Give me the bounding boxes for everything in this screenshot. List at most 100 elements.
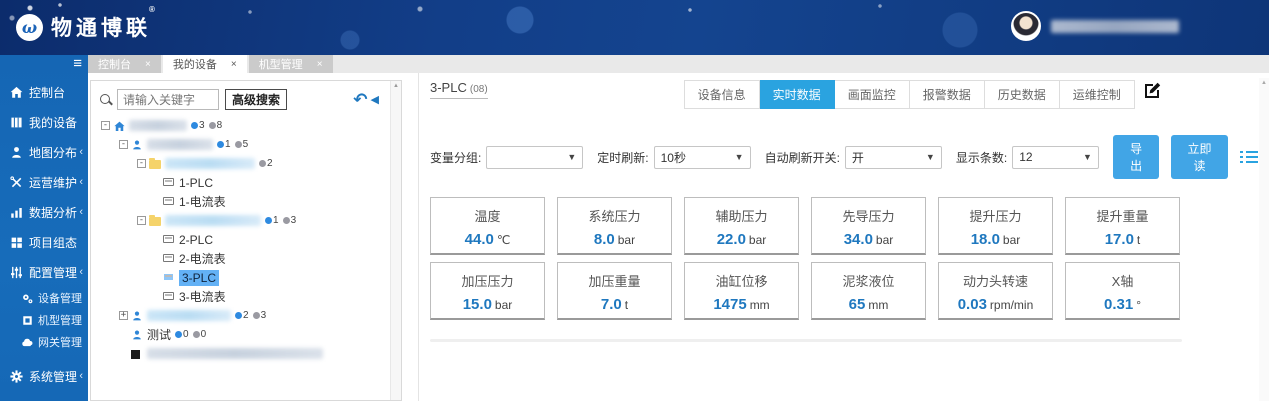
card-label: 先导压力 bbox=[842, 209, 895, 224]
data-card-temperature[interactable]: 温度 44.0 ℃ bbox=[430, 197, 545, 255]
card-value: 15.0 bbox=[462, 296, 492, 313]
device-icon bbox=[163, 291, 176, 303]
tree-node-device[interactable]: 3-电流表 bbox=[101, 287, 397, 306]
data-card-x-axis[interactable]: X轴 0.31 ° bbox=[1065, 262, 1180, 320]
sidebar-item-analytics[interactable]: 数据分析 ‹ bbox=[0, 197, 88, 227]
scroll-up-icon[interactable]: ▲ bbox=[393, 83, 399, 89]
realtime-data-cards: 温度 44.0 ℃ 系统压力 8.0 bar 辅助压力 22.0 bar 先导压力 3… bbox=[430, 197, 1255, 327]
refresh-interval-select[interactable]: 10秒 ▼ bbox=[653, 145, 751, 169]
user-icon bbox=[131, 329, 144, 341]
tab-realtime-data[interactable]: 实时数据 bbox=[759, 80, 835, 109]
collapse-node-icon[interactable]: - bbox=[137, 159, 146, 168]
tree-node-device[interactable]: 1-PLC bbox=[101, 173, 397, 192]
tree-node-label: 测试 bbox=[147, 328, 172, 342]
tree-node-group-collapsed[interactable]: + 2 3 bbox=[101, 306, 397, 325]
expand-node-icon[interactable]: + bbox=[119, 311, 128, 320]
sidebar-item-system[interactable]: 系统管理 ‹ bbox=[0, 361, 88, 391]
user-icon bbox=[131, 139, 144, 151]
data-card-lift-weight[interactable]: 提升重量 17.0 t bbox=[1065, 197, 1180, 255]
tab-my-devices[interactable]: 我的设备 × bbox=[162, 55, 247, 73]
tab-ops-control[interactable]: 运维控制 bbox=[1059, 80, 1135, 109]
list-view-icon[interactable] bbox=[1239, 150, 1258, 165]
tree-node-folder[interactable]: - 1 3 bbox=[101, 211, 397, 230]
device-node-label: 3-PLC bbox=[179, 269, 220, 286]
card-label: 泥浆液位 bbox=[842, 274, 895, 289]
collapse-node-icon[interactable]: - bbox=[137, 216, 146, 225]
card-unit: bar bbox=[875, 233, 894, 247]
hamburger-icon[interactable]: ≡ bbox=[73, 55, 82, 73]
user-name-redacted bbox=[1051, 19, 1179, 33]
tree-node-device[interactable]: 1-电流表 bbox=[101, 192, 397, 211]
collapse-panel-icon[interactable]: ◀ bbox=[371, 93, 379, 106]
sidebar-item-label: 系统管理 bbox=[29, 369, 78, 384]
tree-node-device[interactable]: 2-电流表 bbox=[101, 249, 397, 268]
chevron-left-icon: ‹ bbox=[79, 176, 83, 188]
blue-dot-icon bbox=[235, 312, 242, 319]
display-count-select[interactable]: 12 ▼ bbox=[1012, 145, 1099, 169]
data-card-lift-pressure[interactable]: 提升压力 18.0 bar bbox=[938, 197, 1053, 255]
data-card-cylinder-displacement[interactable]: 油缸位移 1475 mm bbox=[684, 262, 799, 320]
tree-node-root[interactable]: - 3 8 bbox=[101, 116, 397, 135]
online-count-badge: 1 bbox=[265, 215, 279, 226]
data-card-aux-pressure[interactable]: 辅助压力 22.0 bar bbox=[684, 197, 799, 255]
open-tabs-bar: 控制台 × 我的设备 × 机型管理 × bbox=[88, 55, 1269, 73]
tab-alarm-data[interactable]: 报警数据 bbox=[909, 80, 985, 109]
data-card-system-pressure[interactable]: 系统压力 8.0 bar bbox=[557, 197, 672, 255]
user-menu[interactable] bbox=[1011, 11, 1179, 41]
undo-icon[interactable]: ↶ bbox=[353, 91, 367, 108]
chevron-left-icon: ‹ bbox=[79, 206, 83, 218]
home-icon bbox=[113, 120, 126, 132]
tab-device-info[interactable]: 设备信息 bbox=[683, 80, 760, 109]
export-button[interactable]: 导出 bbox=[1112, 135, 1160, 179]
tree-node-group[interactable]: - 1 5 bbox=[101, 135, 397, 154]
tab-console[interactable]: 控制台 × bbox=[88, 55, 161, 73]
card-label: 辅助压力 bbox=[715, 209, 768, 224]
card-value: 65 bbox=[848, 296, 866, 313]
variable-group-select[interactable]: ▼ bbox=[486, 145, 584, 169]
sidebar-item-config[interactable]: 配置管理 ‹ bbox=[0, 257, 88, 287]
data-card-pressurize-weight[interactable]: 加压重量 7.0 t bbox=[557, 262, 672, 320]
tab-screen-monitor[interactable]: 画面监控 bbox=[834, 80, 910, 109]
data-card-powerhead-speed[interactable]: 动力头转速 0.03 rpm/min bbox=[938, 262, 1053, 320]
sidebar-item-project[interactable]: 项目组态 bbox=[0, 227, 88, 257]
close-icon[interactable]: × bbox=[145, 59, 151, 70]
tab-history-data[interactable]: 历史数据 bbox=[984, 80, 1060, 109]
sidebar-item-label: 我的设备 bbox=[29, 115, 78, 130]
collapse-node-icon[interactable]: - bbox=[101, 121, 110, 130]
sidebar-subitem-model-mgmt[interactable]: 机型管理 bbox=[0, 309, 88, 331]
sidebar-item-ops[interactable]: 运营维护 ‹ bbox=[0, 167, 88, 197]
sidebar-subitem-device-mgmt[interactable]: 设备管理 bbox=[0, 287, 88, 309]
read-now-button[interactable]: 立即读 bbox=[1171, 135, 1228, 179]
redacted-label bbox=[147, 310, 231, 321]
tab-model-mgmt[interactable]: 机型管理 × bbox=[248, 55, 333, 73]
close-icon[interactable]: × bbox=[231, 59, 237, 70]
data-card-pressurize-pressure[interactable]: 加压压力 15.0 bar bbox=[430, 262, 545, 320]
tree-node-folder[interactable]: - 2 bbox=[101, 154, 397, 173]
user-avatar[interactable] bbox=[1011, 11, 1041, 41]
device-title: 3-PLC (08) bbox=[430, 80, 488, 99]
scroll-up-icon[interactable]: ▲ bbox=[1261, 80, 1267, 86]
auto-refresh-select[interactable]: 开 ▼ bbox=[844, 145, 942, 169]
device-node-label: 2-PLC bbox=[179, 232, 214, 247]
sidebar-subitem-gateway-mgmt[interactable]: 网关管理 bbox=[0, 331, 88, 353]
collapse-node-icon[interactable]: - bbox=[119, 140, 128, 149]
gray-dot-icon bbox=[282, 217, 290, 224]
gray-dot-icon bbox=[192, 331, 200, 338]
gray-dot-icon bbox=[234, 141, 242, 148]
close-icon[interactable]: × bbox=[317, 59, 323, 70]
tree-node-device-selected[interactable]: 3-PLC bbox=[101, 268, 397, 287]
tree-node-test-user[interactable]: 测试 0 0 bbox=[101, 325, 397, 344]
card-value: 0.03 bbox=[957, 296, 987, 313]
sidebar-item-my-devices[interactable]: 我的设备 bbox=[0, 107, 88, 137]
edit-icon[interactable] bbox=[1143, 82, 1161, 100]
tree-node-device[interactable]: 2-PLC bbox=[101, 230, 397, 249]
tree-node-other[interactable] bbox=[101, 344, 397, 363]
sidebar-item-map[interactable]: 地图分布 ‹ bbox=[0, 137, 88, 167]
sidebar-item-console[interactable]: 控制台 bbox=[0, 77, 88, 107]
data-card-pilot-pressure[interactable]: 先导压力 34.0 bar bbox=[811, 197, 926, 255]
data-card-mud-level[interactable]: 泥浆液位 65 mm bbox=[811, 262, 926, 320]
search-input[interactable] bbox=[117, 89, 219, 110]
page-scrollbar[interactable]: ▲ bbox=[1259, 78, 1269, 401]
tree-scrollbar[interactable]: ▲ bbox=[390, 81, 401, 400]
advanced-search-button[interactable]: 高级搜索 bbox=[225, 89, 288, 110]
